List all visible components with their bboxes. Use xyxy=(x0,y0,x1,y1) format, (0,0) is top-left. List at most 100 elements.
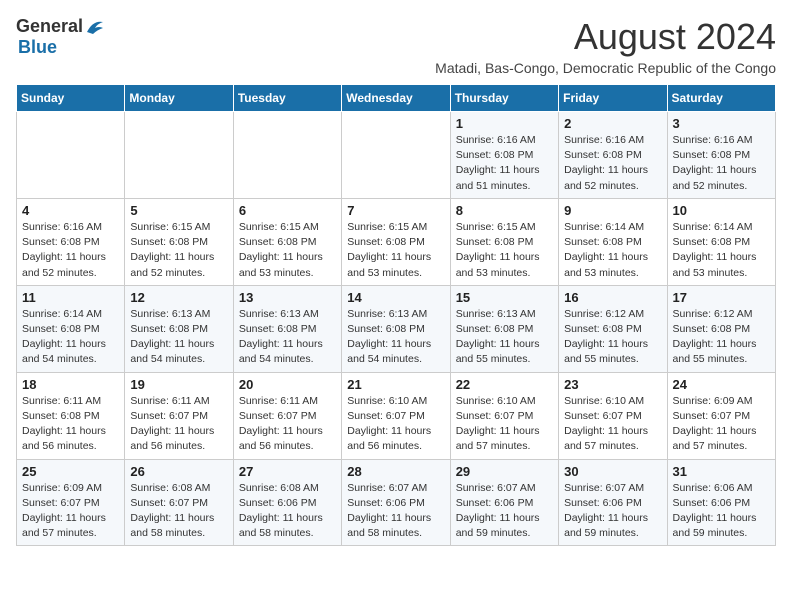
calendar-header-thursday: Thursday xyxy=(450,85,558,112)
calendar-cell: 1 Sunrise: 6:16 AM Sunset: 6:08 PM Daylig… xyxy=(450,112,558,199)
day-info: Sunrise: 6:08 AM Sunset: 6:07 PM Dayligh… xyxy=(130,481,227,542)
calendar-cell: 3 Sunrise: 6:16 AM Sunset: 6:08 PM Daylig… xyxy=(667,112,775,199)
day-info: Sunrise: 6:10 AM Sunset: 6:07 PM Dayligh… xyxy=(347,394,444,455)
day-number: 7 xyxy=(347,203,444,218)
calendar-cell: 23Sunrise: 6:10 AM Sunset: 6:07 PM Dayli… xyxy=(559,372,667,459)
calendar-cell: 12 Sunrise: 6:13 AM Sunset: 6:08 PM Dayli… xyxy=(125,285,233,372)
calendar-cell: 15Sunrise: 6:13 AM Sunset: 6:08 PM Dayli… xyxy=(450,285,558,372)
day-number: 18 xyxy=(22,377,119,392)
calendar-cell: 29 Sunrise: 6:07 AM Sunset: 6:06 PM Dayli… xyxy=(450,459,558,546)
day-info: Sunrise: 6:12 AM Sunset: 6:08 PM Dayligh… xyxy=(673,307,770,368)
day-number: 10 xyxy=(673,203,770,218)
calendar-header-row: SundayMondayTuesdayWednesdayThursdayFrid… xyxy=(17,85,776,112)
day-number: 21 xyxy=(347,377,444,392)
calendar-cell: 10 Sunrise: 6:14 AM Sunset: 6:08 PM Dayli… xyxy=(667,198,775,285)
day-number: 14 xyxy=(347,290,444,305)
day-info: Sunrise: 6:11 AM Sunset: 6:08 PM Dayligh… xyxy=(22,394,119,455)
day-number: 20 xyxy=(239,377,336,392)
day-info: Sunrise: 6:09 AM Sunset: 6:07 PM Dayligh… xyxy=(673,394,770,455)
day-info: Sunrise: 6:15 AM Sunset: 6:08 PM Dayligh… xyxy=(239,220,336,281)
day-info: Sunrise: 6:11 AM Sunset: 6:07 PM Dayligh… xyxy=(239,394,336,455)
day-info: Sunrise: 6:10 AM Sunset: 6:07 PM Dayligh… xyxy=(456,394,553,455)
calendar-cell: 25 Sunrise: 6:09 AM Sunset: 6:07 PM Dayli… xyxy=(17,459,125,546)
day-info: Sunrise: 6:13 AM Sunset: 6:08 PM Dayligh… xyxy=(130,307,227,368)
calendar-cell xyxy=(233,112,341,199)
day-info: Sunrise: 6:06 AM Sunset: 6:06 PM Dayligh… xyxy=(673,481,770,542)
day-number: 30 xyxy=(564,464,661,479)
day-number: 19 xyxy=(130,377,227,392)
day-number: 17 xyxy=(673,290,770,305)
day-number: 22 xyxy=(456,377,553,392)
calendar-cell: 28 Sunrise: 6:07 AM Sunset: 6:06 PM Dayli… xyxy=(342,459,450,546)
calendar-cell: 24 Sunrise: 6:09 AM Sunset: 6:07 PM Dayli… xyxy=(667,372,775,459)
calendar-cell: 30Sunrise: 6:07 AM Sunset: 6:06 PM Dayli… xyxy=(559,459,667,546)
logo-bird-icon xyxy=(85,18,105,36)
logo-general-text: General xyxy=(16,16,83,37)
day-number: 29 xyxy=(456,464,553,479)
day-info: Sunrise: 6:13 AM Sunset: 6:08 PM Dayligh… xyxy=(347,307,444,368)
calendar-cell: 6 Sunrise: 6:15 AM Sunset: 6:08 PM Daylig… xyxy=(233,198,341,285)
day-number: 26 xyxy=(130,464,227,479)
day-info: Sunrise: 6:14 AM Sunset: 6:08 PM Dayligh… xyxy=(564,220,661,281)
calendar-header-sunday: Sunday xyxy=(17,85,125,112)
day-info: Sunrise: 6:08 AM Sunset: 6:06 PM Dayligh… xyxy=(239,481,336,542)
calendar-cell: 13 Sunrise: 6:13 AM Sunset: 6:08 PM Dayli… xyxy=(233,285,341,372)
day-number: 12 xyxy=(130,290,227,305)
day-number: 28 xyxy=(347,464,444,479)
day-info: Sunrise: 6:07 AM Sunset: 6:06 PM Dayligh… xyxy=(347,481,444,542)
calendar-cell: 27 Sunrise: 6:08 AM Sunset: 6:06 PM Dayli… xyxy=(233,459,341,546)
day-info: Sunrise: 6:14 AM Sunset: 6:08 PM Dayligh… xyxy=(673,220,770,281)
title-block: August 2024 Matadi, Bas-Congo, Democrati… xyxy=(435,16,776,76)
calendar-cell: 20 Sunrise: 6:11 AM Sunset: 6:07 PM Dayli… xyxy=(233,372,341,459)
day-info: Sunrise: 6:14 AM Sunset: 6:08 PM Dayligh… xyxy=(22,307,119,368)
day-info: Sunrise: 6:07 AM Sunset: 6:06 PM Dayligh… xyxy=(456,481,553,542)
calendar-week-1: 1 Sunrise: 6:16 AM Sunset: 6:08 PM Daylig… xyxy=(17,112,776,199)
day-number: 11 xyxy=(22,290,119,305)
day-number: 6 xyxy=(239,203,336,218)
day-number: 8 xyxy=(456,203,553,218)
day-number: 24 xyxy=(673,377,770,392)
calendar-week-2: 4Sunrise: 6:16 AM Sunset: 6:08 PM Daylig… xyxy=(17,198,776,285)
day-info: Sunrise: 6:16 AM Sunset: 6:08 PM Dayligh… xyxy=(22,220,119,281)
day-info: Sunrise: 6:16 AM Sunset: 6:08 PM Dayligh… xyxy=(673,133,770,194)
calendar-cell: 11 Sunrise: 6:14 AM Sunset: 6:08 PM Dayli… xyxy=(17,285,125,372)
calendar-header-saturday: Saturday xyxy=(667,85,775,112)
day-number: 15 xyxy=(456,290,553,305)
month-title: August 2024 xyxy=(435,16,776,58)
calendar-cell: 26 Sunrise: 6:08 AM Sunset: 6:07 PM Dayli… xyxy=(125,459,233,546)
day-info: Sunrise: 6:15 AM Sunset: 6:08 PM Dayligh… xyxy=(347,220,444,281)
day-info: Sunrise: 6:16 AM Sunset: 6:08 PM Dayligh… xyxy=(564,133,661,194)
day-number: 3 xyxy=(673,116,770,131)
logo: General Blue xyxy=(16,16,105,58)
calendar-header-wednesday: Wednesday xyxy=(342,85,450,112)
calendar-cell: 19 Sunrise: 6:11 AM Sunset: 6:07 PM Dayli… xyxy=(125,372,233,459)
calendar-cell: 14 Sunrise: 6:13 AM Sunset: 6:08 PM Dayli… xyxy=(342,285,450,372)
calendar-cell: 4Sunrise: 6:16 AM Sunset: 6:08 PM Daylig… xyxy=(17,198,125,285)
location-subtitle: Matadi, Bas-Congo, Democratic Republic o… xyxy=(435,60,776,76)
day-number: 31 xyxy=(673,464,770,479)
day-info: Sunrise: 6:13 AM Sunset: 6:08 PM Dayligh… xyxy=(239,307,336,368)
calendar-cell: 5 Sunrise: 6:15 AM Sunset: 6:08 PM Daylig… xyxy=(125,198,233,285)
calendar-cell: 18 Sunrise: 6:11 AM Sunset: 6:08 PM Dayli… xyxy=(17,372,125,459)
day-info: Sunrise: 6:10 AM Sunset: 6:07 PM Dayligh… xyxy=(564,394,661,455)
day-info: Sunrise: 6:15 AM Sunset: 6:08 PM Dayligh… xyxy=(130,220,227,281)
calendar-cell: 21 Sunrise: 6:10 AM Sunset: 6:07 PM Dayli… xyxy=(342,372,450,459)
day-number: 9 xyxy=(564,203,661,218)
calendar-cell: 2Sunrise: 6:16 AM Sunset: 6:08 PM Daylig… xyxy=(559,112,667,199)
calendar-cell xyxy=(17,112,125,199)
calendar-table: SundayMondayTuesdayWednesdayThursdayFrid… xyxy=(16,84,776,546)
day-info: Sunrise: 6:09 AM Sunset: 6:07 PM Dayligh… xyxy=(22,481,119,542)
calendar-cell: 7 Sunrise: 6:15 AM Sunset: 6:08 PM Daylig… xyxy=(342,198,450,285)
calendar-cell: 22 Sunrise: 6:10 AM Sunset: 6:07 PM Dayli… xyxy=(450,372,558,459)
day-number: 13 xyxy=(239,290,336,305)
day-number: 27 xyxy=(239,464,336,479)
day-number: 25 xyxy=(22,464,119,479)
day-info: Sunrise: 6:15 AM Sunset: 6:08 PM Dayligh… xyxy=(456,220,553,281)
day-info: Sunrise: 6:11 AM Sunset: 6:07 PM Dayligh… xyxy=(130,394,227,455)
calendar-cell xyxy=(125,112,233,199)
calendar-header-monday: Monday xyxy=(125,85,233,112)
day-number: 1 xyxy=(456,116,553,131)
logo-blue-text: Blue xyxy=(18,37,57,58)
day-info: Sunrise: 6:16 AM Sunset: 6:08 PM Dayligh… xyxy=(456,133,553,194)
day-number: 5 xyxy=(130,203,227,218)
